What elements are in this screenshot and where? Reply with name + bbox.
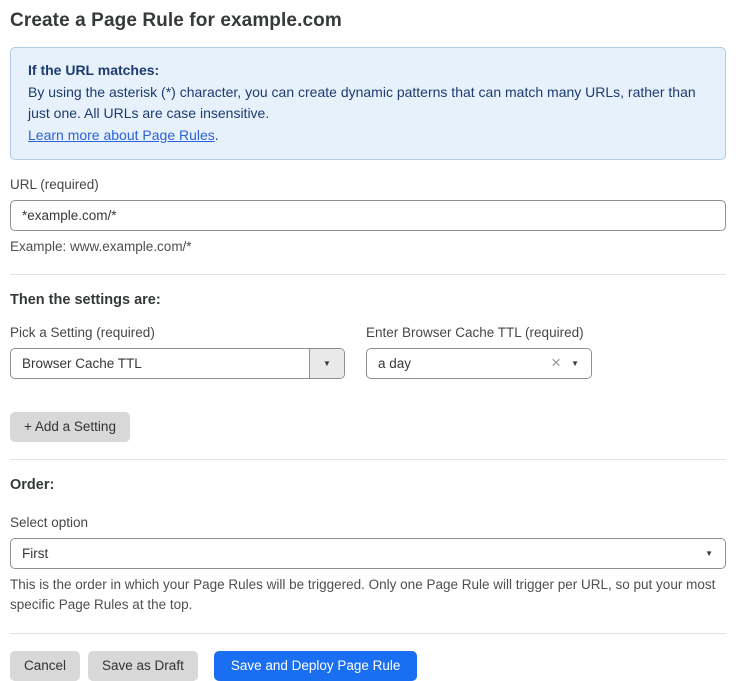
save-and-deploy-button[interactable]: Save and Deploy Page Rule [214, 651, 418, 681]
save-as-draft-button[interactable]: Save as Draft [88, 651, 198, 681]
learn-more-link[interactable]: Learn more about Page Rules [28, 127, 215, 143]
order-helper-text: This is the order in which your Page Rul… [10, 575, 726, 616]
chevron-down-icon: ▼ [323, 360, 331, 368]
settings-section-heading: Then the settings are: [10, 292, 726, 308]
setting-picker-value: Browser Cache TTL [11, 356, 309, 371]
divider [10, 633, 726, 634]
link-suffix: . [215, 127, 219, 143]
ttl-picker-select[interactable]: a day × ▼ [366, 348, 592, 379]
info-box-heading: If the URL matches: [28, 60, 708, 82]
order-select-value: First [11, 546, 705, 561]
ttl-picker-column: Enter Browser Cache TTL (required) a day… [366, 325, 592, 379]
cancel-button[interactable]: Cancel [10, 651, 80, 681]
ttl-picker-label: Enter Browser Cache TTL (required) [366, 325, 592, 340]
setting-picker-select[interactable]: Browser Cache TTL ▼ [10, 348, 345, 379]
setting-picker-arrow-segment[interactable]: ▼ [309, 349, 344, 378]
page-title: Create a Page Rule for example.com [10, 10, 726, 32]
url-field-label: URL (required) [10, 177, 726, 192]
info-box-body: By using the asterisk (*) character, you… [28, 82, 708, 125]
footer-button-bar: Cancel Save as Draft Save and Deploy Pag… [10, 651, 726, 681]
order-select-label: Select option [10, 515, 726, 530]
setting-picker-label: Pick a Setting (required) [10, 325, 345, 340]
order-select[interactable]: First ▼ [10, 538, 726, 569]
ttl-picker-value: a day [367, 356, 551, 371]
settings-row: Pick a Setting (required) Browser Cache … [10, 325, 726, 379]
chevron-down-icon: ▼ [705, 550, 725, 558]
setting-picker-column: Pick a Setting (required) Browser Cache … [10, 325, 345, 379]
add-setting-button[interactable]: + Add a Setting [10, 412, 130, 442]
chevron-down-icon: ▼ [571, 360, 591, 368]
info-box-link-line: Learn more about Page Rules. [28, 125, 708, 147]
divider [10, 459, 726, 460]
order-section-heading: Order: [10, 477, 726, 493]
url-input[interactable] [10, 200, 726, 231]
clear-icon[interactable]: × [551, 354, 571, 373]
url-match-info-box: If the URL matches: By using the asteris… [10, 47, 726, 160]
divider [10, 274, 726, 275]
url-example-helper: Example: www.example.com/* [10, 237, 726, 257]
